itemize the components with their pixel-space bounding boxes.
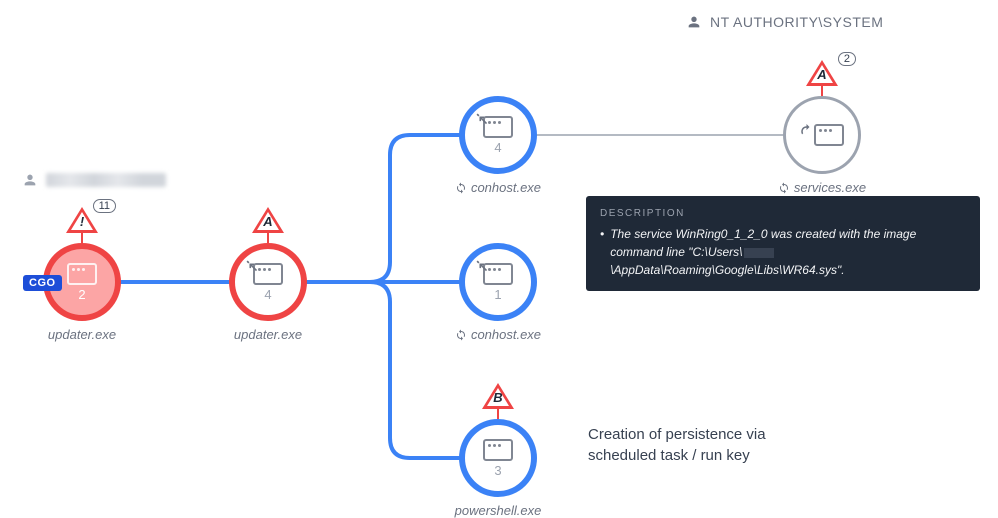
system-user-label: NT AUTHORITY\SYSTEM	[686, 14, 883, 30]
node-label-text: conhost.exe	[471, 180, 541, 195]
node-count: 4	[264, 287, 271, 302]
node-label-text: conhost.exe	[471, 327, 541, 342]
node-label: powershell.exe	[444, 503, 552, 518]
process-node-conhost2[interactable]: 1 conhost.exe	[444, 243, 552, 342]
window-icon	[253, 263, 283, 285]
node-label: updater.exe	[214, 327, 322, 342]
tooltip-title: DESCRIPTION	[600, 206, 966, 221]
user-icon	[686, 14, 702, 30]
redo-icon	[796, 121, 814, 139]
alert-count: 2	[838, 52, 856, 66]
node-count: 2	[78, 287, 85, 302]
process-node-conhost1[interactable]: 4 conhost.exe	[444, 96, 552, 195]
refresh-icon	[778, 182, 790, 194]
alert-badge[interactable]: B	[482, 383, 514, 419]
annotation-line1: Creation of persistence via	[588, 424, 766, 445]
alert-letter: A	[263, 214, 272, 229]
node-count: 4	[494, 140, 501, 155]
bullet: •	[600, 225, 604, 279]
refresh-icon	[455, 182, 467, 194]
node-count: 3	[494, 463, 501, 478]
tooltip-text: The service WinRing0_1_2_0 was created w…	[610, 225, 966, 279]
process-node-updater2[interactable]: A 4 updater.exe	[214, 243, 322, 342]
alert-badge[interactable]: A 2	[806, 60, 838, 96]
node-tag: CGO	[23, 275, 62, 291]
node-label: updater.exe	[28, 327, 136, 342]
redacted-path	[744, 248, 774, 258]
alert-count: 11	[93, 199, 116, 213]
process-node-powershell[interactable]: B 3 powershell.exe	[444, 419, 552, 518]
alert-badge[interactable]: A	[252, 207, 284, 243]
annotation-line2: scheduled task / run key	[588, 445, 766, 466]
window-icon	[67, 263, 97, 285]
alert-letter: A	[817, 67, 826, 82]
process-node-updater1[interactable]: ! 11 CGO 2 updater.exe	[28, 243, 136, 342]
user-icon	[22, 172, 38, 188]
redacted-username	[46, 173, 166, 187]
annotation-persistence: Creation of persistence via scheduled ta…	[588, 424, 766, 466]
window-icon	[483, 116, 513, 138]
alert-letter: !	[80, 214, 84, 229]
window-icon	[814, 124, 844, 146]
alert-letter: B	[493, 390, 502, 405]
node-label-text: services.exe	[794, 180, 866, 195]
refresh-icon	[455, 329, 467, 341]
window-icon	[483, 439, 513, 461]
description-tooltip: DESCRIPTION • The service WinRing0_1_2_0…	[586, 196, 980, 291]
process-node-services[interactable]: A 2 services.exe	[768, 96, 876, 195]
node-count: 1	[494, 287, 501, 302]
window-icon	[483, 263, 513, 285]
redacted-user-label	[22, 172, 166, 188]
system-user-text: NT AUTHORITY\SYSTEM	[710, 14, 883, 30]
alert-badge[interactable]: ! 11	[66, 207, 98, 243]
